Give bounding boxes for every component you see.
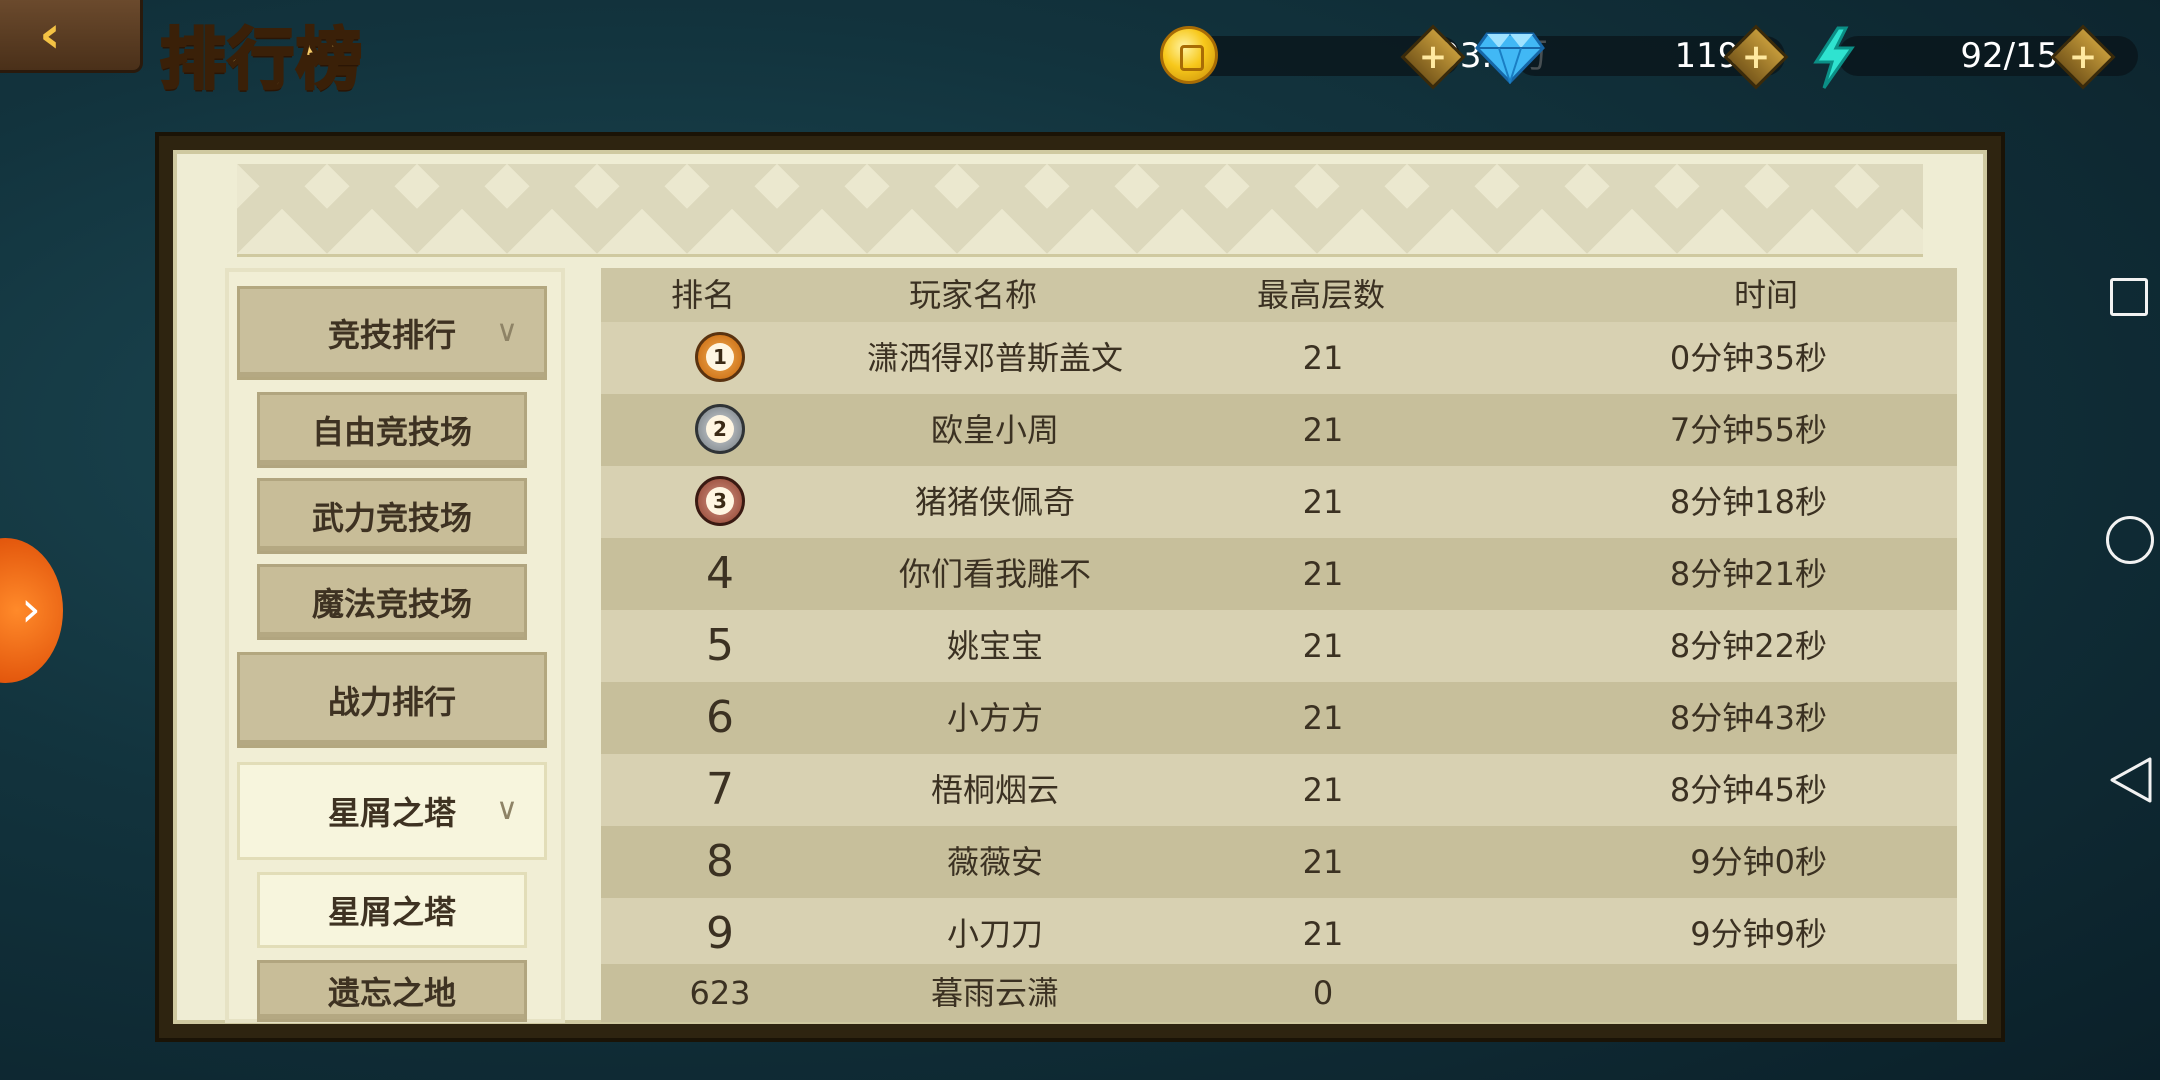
category-menu: 竞技排行 ∨ 自由竞技场 武力竞技场 魔法竞技场 战力排行 星屑之塔 ∨ 星屑之…: [225, 268, 565, 1023]
menu-label: 遗忘之地: [327, 974, 456, 1012]
player-name: 小方方: [946, 699, 1043, 737]
player-name: 姚宝宝: [946, 627, 1043, 665]
column-time: 时间: [1734, 276, 1799, 314]
plus-icon: +: [1741, 37, 1771, 77]
lightning-icon: [1813, 26, 1855, 89]
system-nav-bar: [2070, 0, 2160, 1080]
bronze-medal-icon: 3: [695, 476, 745, 526]
table-row[interactable]: 2 欧皇小周 21 7分钟55秒: [601, 394, 1957, 466]
player-name: 猪猪侠佩奇: [914, 483, 1075, 521]
menu-label: 星屑之塔: [327, 794, 456, 832]
clear-time: 8分钟22秒: [1669, 627, 1827, 665]
highest-floor: 21: [1302, 771, 1344, 809]
menu-label: 魔法竞技场: [311, 585, 472, 623]
my-highest-floor: 0: [1312, 974, 1334, 1012]
menu-forgotten-land[interactable]: 遗忘之地: [257, 960, 527, 1022]
diamond-resource: 1197 +: [1475, 24, 1789, 90]
table-row[interactable]: 6 小方方 21 8分钟43秒: [601, 682, 1957, 754]
column-player-name: 玩家名称: [909, 276, 1038, 314]
player-name: 梧桐烟云: [930, 771, 1059, 809]
home-button[interactable]: [2106, 516, 2154, 564]
leaderboard-panel: 竞技排行 ∨ 自由竞技场 武力竞技场 魔法竞技场 战力排行 星屑之塔 ∨ 星屑之…: [155, 132, 2005, 1042]
column-rank: 排名: [671, 276, 736, 314]
highest-floor: 21: [1302, 843, 1344, 881]
recent-apps-button[interactable]: [2110, 278, 2148, 316]
clear-time: 8分钟45秒: [1669, 771, 1827, 809]
player-name: 潇洒得邓普斯盖文: [866, 339, 1123, 377]
back-arrow-icon: ‹: [39, 5, 61, 65]
highest-floor: 21: [1302, 483, 1344, 521]
player-name: 你们看我雕不: [898, 555, 1091, 593]
highest-floor: 21: [1302, 555, 1344, 593]
chevron-down-icon: ∨: [496, 313, 518, 349]
table-row[interactable]: 9 小刀刀 21 9分钟9秒: [601, 898, 1957, 970]
menu-stardust-tower[interactable]: 星屑之塔: [257, 872, 527, 948]
menu-power-ranking[interactable]: 战力排行: [237, 652, 547, 748]
menu-label: 武力竞技场: [311, 499, 472, 537]
menu-magic-arena[interactable]: 魔法竞技场: [257, 564, 527, 640]
menu-stardust-tower-category[interactable]: 星屑之塔 ∨: [237, 762, 547, 860]
menu-force-arena[interactable]: 武力竞技场: [257, 478, 527, 554]
menu-label: 星屑之塔: [327, 893, 456, 931]
plus-icon: +: [1418, 37, 1448, 77]
menu-label: 自由竞技场: [311, 413, 472, 451]
player-name: 欧皇小周: [930, 411, 1059, 449]
chevron-right-icon: ›: [21, 580, 41, 638]
page-title: 排行榜: [159, 20, 364, 100]
my-player-name: 暮雨云潇: [930, 974, 1059, 1012]
table-header: 排名 玩家名称 最高层数 时间: [601, 268, 1957, 322]
column-highest-floor: 最高层数: [1257, 276, 1386, 314]
clear-time: 9分钟9秒: [1690, 915, 1827, 953]
clear-time: 0分钟35秒: [1669, 339, 1827, 377]
highest-floor: 21: [1302, 339, 1344, 377]
menu-arena-ranking[interactable]: 竞技排行 ∨: [237, 286, 547, 380]
rank-number: 4: [706, 548, 734, 599]
table-row[interactable]: 7 梧桐烟云 21 8分钟45秒: [601, 754, 1957, 826]
player-name: 薇薇安: [946, 843, 1043, 881]
highest-floor: 21: [1302, 627, 1344, 665]
clear-time: 8分钟21秒: [1669, 555, 1827, 593]
table-row[interactable]: 8 薇薇安 21 9分钟0秒: [601, 826, 1957, 898]
rank-number: 9: [706, 908, 734, 959]
highest-floor: 21: [1302, 699, 1344, 737]
gold-coin-icon: [1160, 26, 1218, 84]
rank-number: 8: [706, 836, 734, 887]
chevron-down-icon: ∨: [496, 791, 518, 827]
diamond-icon: [1475, 32, 1545, 84]
add-diamond-button[interactable]: +: [1723, 24, 1789, 90]
rank-number: 7: [706, 764, 734, 815]
side-expand-tab[interactable]: ›: [0, 538, 63, 683]
back-button[interactable]: ‹: [0, 0, 143, 73]
clear-time: 7分钟55秒: [1669, 411, 1827, 449]
table-row[interactable]: 3 猪猪侠佩奇 21 8分钟18秒: [601, 466, 1957, 538]
menu-label: 竞技排行: [327, 316, 456, 354]
highest-floor: 21: [1302, 915, 1344, 953]
clear-time: 8分钟43秒: [1669, 699, 1827, 737]
table-row[interactable]: 5 姚宝宝 21 8分钟22秒: [601, 610, 1957, 682]
menu-label: 战力排行: [327, 683, 456, 721]
energy-value: 92/150: [1960, 36, 2080, 76]
rank-number: 6: [706, 692, 734, 743]
highest-floor: 21: [1302, 411, 1344, 449]
rank-number: 5: [706, 620, 734, 671]
menu-free-arena[interactable]: 自由竞技场: [257, 392, 527, 468]
gold-resource: 293.8万 +: [1160, 24, 1548, 90]
clear-time: 9分钟0秒: [1690, 843, 1827, 881]
back-nav-icon[interactable]: [2108, 755, 2154, 805]
my-rank-row: 623 暮雨云潇 0: [601, 964, 1957, 1022]
silver-medal-icon: 2: [695, 404, 745, 454]
table-row[interactable]: 4 你们看我雕不 21 8分钟21秒: [601, 538, 1957, 610]
panel-decoration: [237, 164, 1923, 257]
player-name: 小刀刀: [946, 915, 1043, 953]
add-gold-button[interactable]: +: [1400, 24, 1466, 90]
gold-medal-icon: 1: [695, 332, 745, 382]
energy-resource: 92/150 +: [1808, 24, 2138, 90]
table-row[interactable]: 1 潇洒得邓普斯盖文 21 0分钟35秒: [601, 322, 1957, 394]
my-rank: 623: [689, 974, 751, 1012]
clear-time: 8分钟18秒: [1669, 483, 1827, 521]
ranking-table: 排名 玩家名称 最高层数 时间 1 潇洒得邓普斯盖文 21 0分钟35秒 2 欧…: [601, 268, 1957, 1022]
